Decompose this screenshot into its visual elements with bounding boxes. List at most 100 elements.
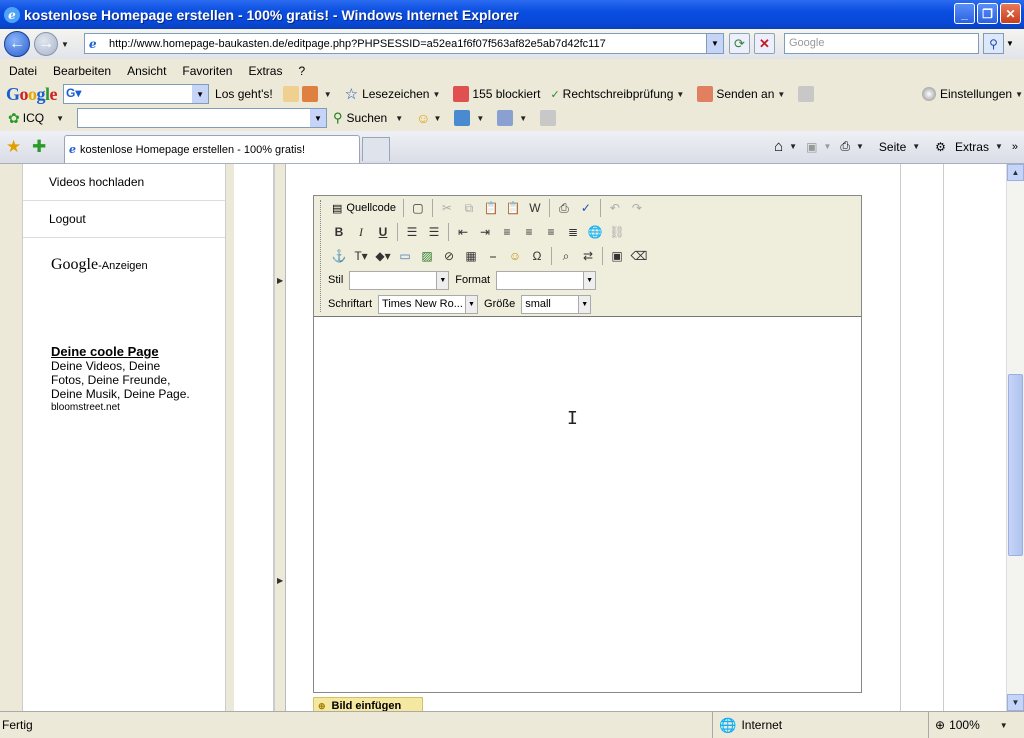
anchor-icon[interactable]: ⚓ xyxy=(328,245,350,267)
menu-favoriten[interactable]: Favoriten xyxy=(182,64,232,78)
page-menu[interactable]: Seite xyxy=(873,140,906,154)
menu-extras[interactable]: Extras xyxy=(248,64,282,78)
eraser-icon[interactable] xyxy=(540,110,557,126)
google-toolbar-tools[interactable]: ▼ xyxy=(282,86,335,102)
special-char-icon[interactable]: Ω xyxy=(526,245,548,267)
add-favorite-icon[interactable]: ✚ xyxy=(32,137,46,157)
icq-dropdown-icon[interactable]: ▼ xyxy=(310,109,326,127)
print-icon[interactable]: ⎙ xyxy=(840,139,850,154)
search-input[interactable]: Google xyxy=(784,33,979,54)
send-to-button[interactable]: Senden an ▼ xyxy=(697,86,788,102)
font-select[interactable]: Times New Ro... ▼ xyxy=(378,294,479,314)
align-center-icon[interactable]: ≡ xyxy=(518,221,540,243)
paste-icon[interactable]: 📋 xyxy=(480,197,502,219)
user-button[interactable]: ▼ xyxy=(497,110,530,126)
spellcheck-icon[interactable]: ✓ xyxy=(575,197,597,219)
ad-headline[interactable]: Deine coole Page xyxy=(51,345,191,359)
highlighter-icon[interactable] xyxy=(798,86,815,102)
google-go-button[interactable]: Los geht's! xyxy=(215,87,273,101)
bookmarks-button[interactable]: ☆ Lesezeichen ▼ xyxy=(345,85,444,103)
smiley-button[interactable]: ☺ ▼ xyxy=(416,110,444,126)
sidebar-item-logout[interactable]: Logout xyxy=(23,201,225,238)
icq-search-button[interactable]: ⚲ Suchen ▼ xyxy=(333,110,406,126)
menu-help[interactable]: ? xyxy=(298,64,305,78)
new-tab-button[interactable] xyxy=(362,137,390,161)
search-icon[interactable]: ⚲ xyxy=(983,33,1004,54)
minimize-button[interactable]: _ xyxy=(954,3,975,24)
cut-icon[interactable]: ✂ xyxy=(436,197,458,219)
ordered-list-icon[interactable]: ☰ xyxy=(401,221,423,243)
menu-datei[interactable]: Datei xyxy=(9,64,37,78)
indent-icon[interactable]: ⇥ xyxy=(474,221,496,243)
refresh-button[interactable]: ⟳ xyxy=(729,33,750,54)
forward-button[interactable]: → xyxy=(34,32,58,56)
google-dropdown-icon[interactable]: ▼ xyxy=(192,85,209,103)
address-bar[interactable]: e http://www.homepage-baukasten.de/editp… xyxy=(84,33,724,54)
zoom-control[interactable]: ⊕ 100% ▼ xyxy=(928,712,1011,738)
stop-button[interactable]: ✕ xyxy=(754,33,775,54)
popup-blocker-button[interactable]: 155 blockiert xyxy=(453,86,540,102)
paste-text-icon[interactable]: 📋 xyxy=(502,197,524,219)
link-icon[interactable]: 🌐 xyxy=(584,221,606,243)
unordered-list-icon[interactable]: ☰ xyxy=(423,221,445,243)
vertical-scrollbar[interactable]: ▲ ▼ xyxy=(1006,164,1024,711)
check-button[interactable]: ▼ xyxy=(454,110,487,126)
icq-search-input[interactable]: ▼ xyxy=(77,108,327,128)
menu-bearbeiten[interactable]: Bearbeiten xyxy=(53,64,111,78)
editor-content[interactable]: I xyxy=(314,318,861,692)
format-select[interactable]: ▼ xyxy=(496,270,597,290)
insert-image-button[interactable]: ⊕ Bild einfügen xyxy=(313,697,423,711)
sidebar-item-videos[interactable]: Videos hochladen xyxy=(23,164,225,201)
undo-icon[interactable]: ↶ xyxy=(604,197,626,219)
table-icon[interactable]: ▦ xyxy=(460,245,482,267)
image-icon[interactable]: ▨ xyxy=(416,245,438,267)
collapse-arrow-icon[interactable]: ▶ xyxy=(277,276,283,285)
unlink-icon[interactable]: ⛓ xyxy=(606,221,628,243)
ad-url[interactable]: bloomstreet.net xyxy=(51,401,191,415)
flash-icon[interactable]: ▭ xyxy=(394,245,416,267)
spellcheck-button[interactable]: ✓ Rechtschreibprüfung ▼ xyxy=(550,87,687,101)
search-options-icon[interactable]: ▼ xyxy=(1006,39,1014,48)
scroll-down-icon[interactable]: ▼ xyxy=(1007,694,1024,711)
print-icon[interactable]: ⎙ xyxy=(553,197,575,219)
bg-color-icon[interactable]: ◆▾ xyxy=(372,245,394,267)
flash-movie-icon[interactable]: ⊘ xyxy=(438,245,460,267)
google-search-input[interactable]: G▾ ▼ xyxy=(63,84,210,104)
select-all-icon[interactable]: ▣ xyxy=(606,245,628,267)
security-zone[interactable]: 🌐 Internet xyxy=(712,712,782,738)
ad-block[interactable]: Deine coole Page Deine Videos, Deine Fot… xyxy=(51,345,191,415)
scroll-thumb[interactable] xyxy=(1008,374,1023,556)
horizontal-rule-icon[interactable]: ⎯ xyxy=(482,245,504,267)
replace-icon[interactable]: ⇄ xyxy=(577,245,599,267)
scroll-up-icon[interactable]: ▲ xyxy=(1007,164,1024,181)
close-button[interactable]: ✕ xyxy=(1000,3,1021,24)
icq-button[interactable]: ✿ ICQ ▼ xyxy=(8,110,67,127)
collapse-arrow-icon[interactable]: ▶ xyxy=(277,576,283,585)
feeds-icon[interactable]: ▣ xyxy=(806,140,817,154)
paste-word-icon[interactable]: W xyxy=(524,197,546,219)
favorites-star-icon[interactable]: ★ xyxy=(6,137,21,157)
copy-icon[interactable]: ⧉ xyxy=(458,197,480,219)
bold-icon[interactable]: B xyxy=(328,221,350,243)
underline-icon[interactable]: U xyxy=(372,221,394,243)
redo-icon[interactable]: ↷ xyxy=(626,197,648,219)
back-button[interactable]: ← xyxy=(4,31,30,57)
text-color-icon[interactable]: T▾ xyxy=(350,245,372,267)
align-right-icon[interactable]: ≡ xyxy=(540,221,562,243)
tab-active[interactable]: e kostenlose Homepage erstellen - 100% g… xyxy=(64,135,360,163)
size-select[interactable]: small ▼ xyxy=(521,294,592,314)
style-select[interactable]: ▼ xyxy=(349,270,450,290)
align-left-icon[interactable]: ≡ xyxy=(496,221,518,243)
outdent-icon[interactable]: ⇤ xyxy=(452,221,474,243)
home-icon[interactable]: ⌂ xyxy=(774,138,783,155)
smiley-icon[interactable]: ☺ xyxy=(504,245,526,267)
justify-icon[interactable]: ≣ xyxy=(562,221,584,243)
history-dropdown-icon[interactable]: ▼ xyxy=(61,40,69,49)
italic-icon[interactable]: I xyxy=(350,221,372,243)
more-icon[interactable]: » xyxy=(1012,141,1018,153)
new-page-icon[interactable]: ▢ xyxy=(407,197,429,219)
menu-ansicht[interactable]: Ansicht xyxy=(127,64,166,78)
maximize-button[interactable]: ❐ xyxy=(977,3,998,24)
settings-button[interactable]: Einstellungen ▼ xyxy=(922,87,1024,101)
find-icon[interactable]: ⌕ xyxy=(555,245,577,267)
